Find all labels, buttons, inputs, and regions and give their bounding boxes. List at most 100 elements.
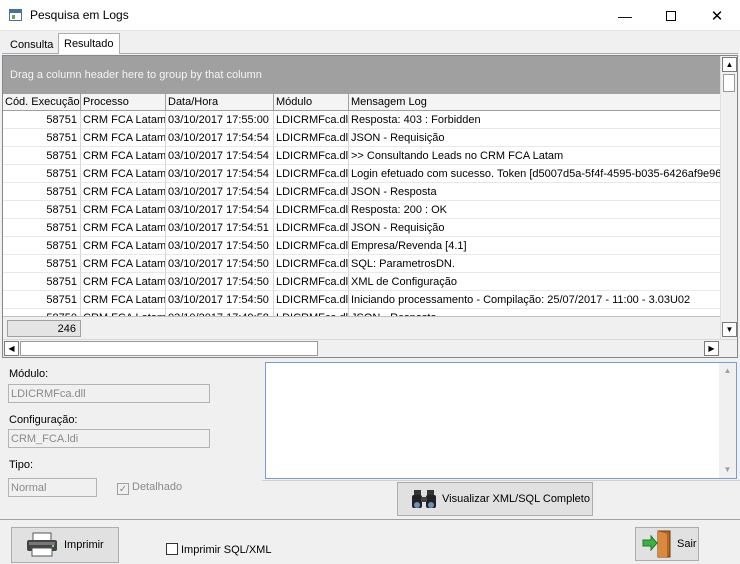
cell-mensagem-log: Resposta: 403 : Forbidden xyxy=(349,111,720,129)
grid-vertical-scrollbar[interactable]: ▲ ▼ xyxy=(720,56,737,339)
table-row[interactable]: 58751 CRM FCA Latam 03/10/2017 17:54:54 LDI… xyxy=(3,201,720,219)
cell-cod-execucao: 58751 xyxy=(3,129,81,147)
cell-data-hora: 03/10/2017 17:54:54 xyxy=(166,183,274,201)
cell-mensagem-log: Resposta: 200 : OK xyxy=(349,201,720,219)
cell-cod-execucao: 58751 xyxy=(3,111,81,129)
grid-header: Cód. Execução Processo Data/Hora Módulo … xyxy=(3,94,720,111)
cell-data-hora: 03/10/2017 17:55:00 xyxy=(166,111,274,129)
cell-modulo: LDICRMFca.dll xyxy=(274,147,349,165)
close-button[interactable]: ✕ xyxy=(694,0,740,31)
cell-mensagem-log: JSON - Resposta xyxy=(349,183,720,201)
cell-data-hora: 03/10/2017 17:54:50 xyxy=(166,255,274,273)
grid-footer: 246 xyxy=(3,316,720,339)
cell-data-hora: 03/10/2017 17:54:54 xyxy=(166,147,274,165)
cell-mensagem-log: JSON - Requisição xyxy=(349,129,720,147)
cell-mensagem-log: SQL: ParametrosDN. xyxy=(349,255,720,273)
memo-vertical-scrollbar[interactable]: ▲ ▼ xyxy=(719,363,736,478)
checkbox-checked-icon: ✓ xyxy=(117,483,129,495)
cell-modulo: LDICRMFca.dll xyxy=(274,183,349,201)
modulo-label: Módulo: xyxy=(9,368,49,380)
column-header-cod-execucao[interactable]: Cód. Execução xyxy=(3,94,81,111)
cell-mensagem-log: XML de Configuração xyxy=(349,273,720,291)
cell-modulo: LDICRMFca.dll xyxy=(274,165,349,183)
table-row[interactable]: 58751 CRM FCA Latam 03/10/2017 17:54:54 LDI… xyxy=(3,129,720,147)
tab-resultado[interactable]: Resultado xyxy=(58,33,120,54)
table-row[interactable]: 58751 CRM FCA Latam 03/10/2017 17:54:50 LDI… xyxy=(3,273,720,291)
cell-data-hora: 03/10/2017 17:54:50 xyxy=(166,237,274,255)
cell-processo: CRM FCA Latam xyxy=(81,129,166,147)
table-row[interactable]: 58751 CRM FCA Latam 03/10/2017 17:54:50 LDI… xyxy=(3,291,720,309)
cell-mensagem-log: JSON - Resposta xyxy=(349,309,720,316)
cell-data-hora: 03/10/2017 17:54:50 xyxy=(166,273,274,291)
detalhado-label: Detalhado xyxy=(132,481,183,493)
imprimir-sql-xml-label: Imprimir SQL/XML xyxy=(181,544,272,556)
scroll-thumb-horizontal[interactable] xyxy=(20,341,318,356)
scroll-left-icon[interactable]: ◀ xyxy=(4,341,19,356)
detalhado-checkbox: ✓ Detalhado xyxy=(117,481,182,495)
cell-cod-execucao: 58751 xyxy=(3,183,81,201)
cell-data-hora: 03/10/2017 17:54:51 xyxy=(166,219,274,237)
scroll-right-icon[interactable]: ▶ xyxy=(704,341,719,356)
sair-button[interactable]: Sair xyxy=(635,527,699,561)
minimize-button[interactable]: — xyxy=(602,0,648,31)
imprimir-button[interactable]: Imprimir xyxy=(11,527,119,563)
cell-processo: CRM FCA Latam xyxy=(81,147,166,165)
column-header-data-hora[interactable]: Data/Hora xyxy=(166,94,274,111)
cell-cod-execucao: 58751 xyxy=(3,255,81,273)
memo-scroll-down-icon[interactable]: ▼ xyxy=(721,463,734,476)
checkbox-unchecked-icon[interactable] xyxy=(166,543,178,555)
modulo-field: LDICRMFca.dll xyxy=(8,384,210,403)
scroll-down-icon[interactable]: ▼ xyxy=(722,322,737,337)
tipo-label: Tipo: xyxy=(9,459,34,471)
cell-modulo: LDICRMFca.dll xyxy=(274,129,349,147)
cell-data-hora: 03/10/2017 17:54:50 xyxy=(166,291,274,309)
cell-modulo: LDICRMFca.dll xyxy=(274,237,349,255)
binoculars-icon xyxy=(412,490,436,508)
cell-mensagem-log: Iniciando processamento - Compilação: 25… xyxy=(349,291,720,309)
tipo-field: Normal xyxy=(8,478,97,497)
log-detail-memo[interactable]: ▲ ▼ xyxy=(265,362,737,479)
cell-processo: CRM FCA Latam xyxy=(81,111,166,129)
cell-modulo: LDICRMFca.dll xyxy=(274,309,349,316)
cell-processo: CRM FCA Latam xyxy=(81,255,166,273)
memo-scroll-up-icon[interactable]: ▲ xyxy=(721,364,734,377)
cell-cod-execucao: 58751 xyxy=(3,165,81,183)
cell-processo: CRM FCA Latam xyxy=(81,183,166,201)
cell-cod-execucao: 58751 xyxy=(3,219,81,237)
printer-icon xyxy=(27,532,57,557)
window-title: Pesquisa em Logs xyxy=(30,8,129,22)
table-row[interactable]: 58751 CRM FCA Latam 03/10/2017 17:54:54 LDI… xyxy=(3,183,720,201)
table-row[interactable]: 58750CRM FCA Latam03/10/2017 17:49:58LDI… xyxy=(3,309,720,316)
column-header-mensagem-log[interactable]: Mensagem Log xyxy=(349,94,720,111)
table-row[interactable]: 58751 CRM FCA Latam 03/10/2017 17:54:50 LDI… xyxy=(3,255,720,273)
tab-consulta[interactable]: Consulta xyxy=(4,35,59,53)
visualizar-xml-sql-button[interactable]: Visualizar XML/SQL Completo xyxy=(397,482,593,516)
cell-cod-execucao: 58751 xyxy=(3,237,81,255)
scroll-thumb[interactable] xyxy=(723,74,735,92)
cell-modulo: LDICRMFca.dll xyxy=(274,291,349,309)
column-header-modulo[interactable]: Módulo xyxy=(274,94,349,111)
maximize-button[interactable] xyxy=(648,0,694,31)
cell-modulo: LDICRMFca.dll xyxy=(274,111,349,129)
record-count: 246 xyxy=(7,320,81,337)
table-row[interactable]: 58751 CRM FCA Latam 03/10/2017 17:54:50 LDI… xyxy=(3,237,720,255)
cell-cod-execucao: 58751 xyxy=(3,291,81,309)
visualizar-label: Visualizar XML/SQL Completo xyxy=(442,493,590,505)
column-header-processo[interactable]: Processo xyxy=(81,94,166,111)
grid-horizontal-scrollbar[interactable]: ◀ ▶ xyxy=(3,339,737,357)
cell-processo: CRM FCA Latam xyxy=(81,273,166,291)
table-row[interactable]: 58751 CRM FCA Latam 03/10/2017 17:55:00 LDI… xyxy=(3,111,720,129)
cell-cod-execucao: 58751 xyxy=(3,201,81,219)
app-window-icon xyxy=(9,9,22,21)
cell-cod-execucao: 58751 xyxy=(3,273,81,291)
table-row[interactable]: 58751 CRM FCA Latam 03/10/2017 17:54:54 LDI… xyxy=(3,165,720,183)
cell-processo: CRM FCA Latam xyxy=(81,219,166,237)
cell-cod-execucao: 58750 xyxy=(3,309,81,316)
imprimir-label: Imprimir xyxy=(64,539,104,551)
group-by-panel[interactable]: Drag a column header here to group by th… xyxy=(3,56,720,94)
imprimir-sql-xml-checkbox[interactable]: Imprimir SQL/XML xyxy=(166,543,271,556)
title-bar: Pesquisa em Logs — ✕ xyxy=(0,0,740,31)
table-row[interactable]: 58751 CRM FCA Latam 03/10/2017 17:54:51 LDI… xyxy=(3,219,720,237)
scroll-up-icon[interactable]: ▲ xyxy=(722,57,737,72)
table-row[interactable]: 58751 CRM FCA Latam 03/10/2017 17:54:54 LDI… xyxy=(3,147,720,165)
